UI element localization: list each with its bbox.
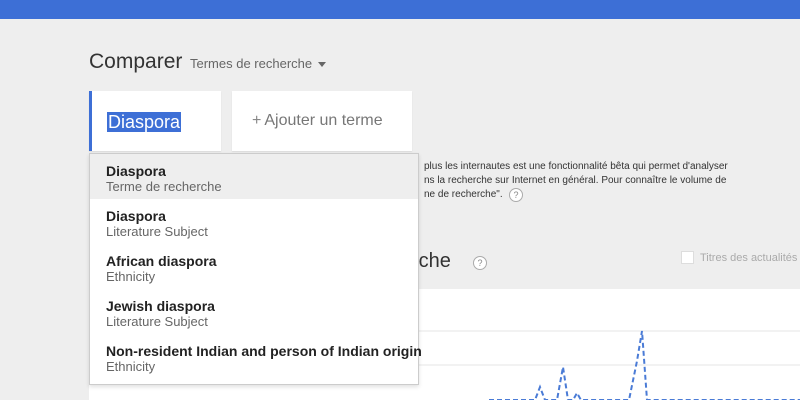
suggestion-type: Ethnicity [106, 359, 156, 374]
suggestion-type: Terme de recherche [106, 179, 222, 194]
news-headlines-checkbox[interactable] [681, 251, 694, 264]
suggestion-item[interactable]: Jewish diaspora Literature Subject [90, 289, 418, 334]
suggestion-type: Literature Subject [106, 314, 208, 329]
help-icon[interactable]: ? [473, 256, 487, 270]
suggestion-type: Literature Subject [106, 224, 208, 239]
add-term-card[interactable]: + Ajouter un terme [232, 91, 412, 151]
top-app-bar [0, 0, 800, 19]
suggestion-item[interactable]: Diaspora Terme de recherche [90, 154, 418, 199]
info-line: ns la recherche sur Internet en général.… [424, 175, 727, 186]
suggestion-item[interactable]: African diaspora Ethnicity [90, 244, 418, 289]
suggestion-name: Jewish diaspora [106, 298, 215, 314]
search-terms-dropdown-label: Termes de recherche [190, 56, 313, 71]
caret-down-icon [318, 62, 327, 67]
info-line: ne de recherche". [424, 189, 503, 200]
add-term-label: Ajouter un terme [264, 112, 383, 129]
info-line: plus les internautes est une fonctionnal… [424, 161, 728, 172]
suggestion-name: Non-resident Indian and person of Indian… [106, 343, 422, 359]
page-title: Comparer [89, 50, 183, 73]
suggestion-name: African diaspora [106, 253, 217, 269]
term-card[interactable]: Diaspora [89, 91, 221, 151]
plus-icon: + [252, 112, 262, 129]
suggestion-type: Ethnicity [106, 269, 156, 284]
news-headlines-toggle[interactable]: Titres des actualités [681, 251, 797, 264]
help-icon[interactable]: ? [509, 188, 523, 202]
news-headlines-label: Titres des actualités [700, 251, 798, 264]
suggestion-item[interactable]: Non-resident Indian and person of Indian… [90, 334, 422, 379]
suggestion-item[interactable]: Diaspora Literature Subject [90, 199, 418, 244]
term-input[interactable]: Diaspora [107, 112, 182, 132]
autocomplete-dropdown: Diaspora Terme de recherche Diaspora Lit… [89, 153, 422, 385]
info-text: plus les internautes est une fonctionnal… [424, 160, 754, 202]
search-terms-dropdown[interactable]: Termes de recherche [190, 56, 327, 71]
suggestion-name: Diaspora [106, 163, 166, 179]
add-term-button[interactable]: + Ajouter un terme [252, 112, 383, 130]
suggestion-name: Diaspora [106, 208, 166, 224]
